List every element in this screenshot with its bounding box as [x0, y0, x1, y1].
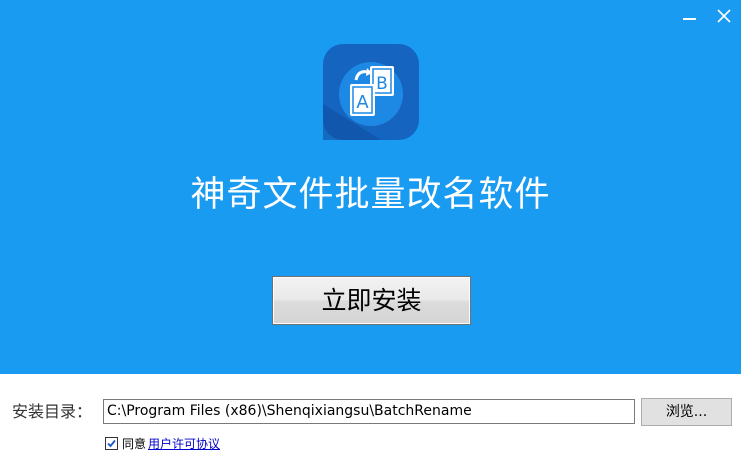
- app-title: 神奇文件批量改名软件: [190, 175, 551, 215]
- minimize-icon: [683, 18, 696, 20]
- agree-label: 同意: [122, 437, 147, 451]
- minimize-button[interactable]: [677, 4, 703, 28]
- install-dir-label: 安装目录：: [12, 402, 93, 421]
- svg-text:B: B: [376, 74, 388, 94]
- agree-checkbox[interactable]: [105, 437, 118, 450]
- install-path-input[interactable]: C:\Program Files (x86)\Shenqixiangsu\Bat…: [103, 399, 635, 424]
- checkmark-icon: [107, 439, 116, 448]
- installer-window: B A 神奇文件批量改名软件 立即安装 安装目录： C:\Program Fil…: [0, 0, 741, 467]
- browse-button[interactable]: 浏览...: [641, 398, 732, 426]
- close-icon: [717, 9, 731, 23]
- rename-files-app-icon: B A: [323, 44, 419, 140]
- svg-text:A: A: [356, 92, 369, 113]
- install-now-button[interactable]: 立即安装: [272, 276, 471, 325]
- hero-banner: B A 神奇文件批量改名软件 立即安装: [0, 0, 741, 374]
- close-button[interactable]: [711, 4, 737, 28]
- license-agreement-link[interactable]: 用户许可协议: [148, 436, 220, 452]
